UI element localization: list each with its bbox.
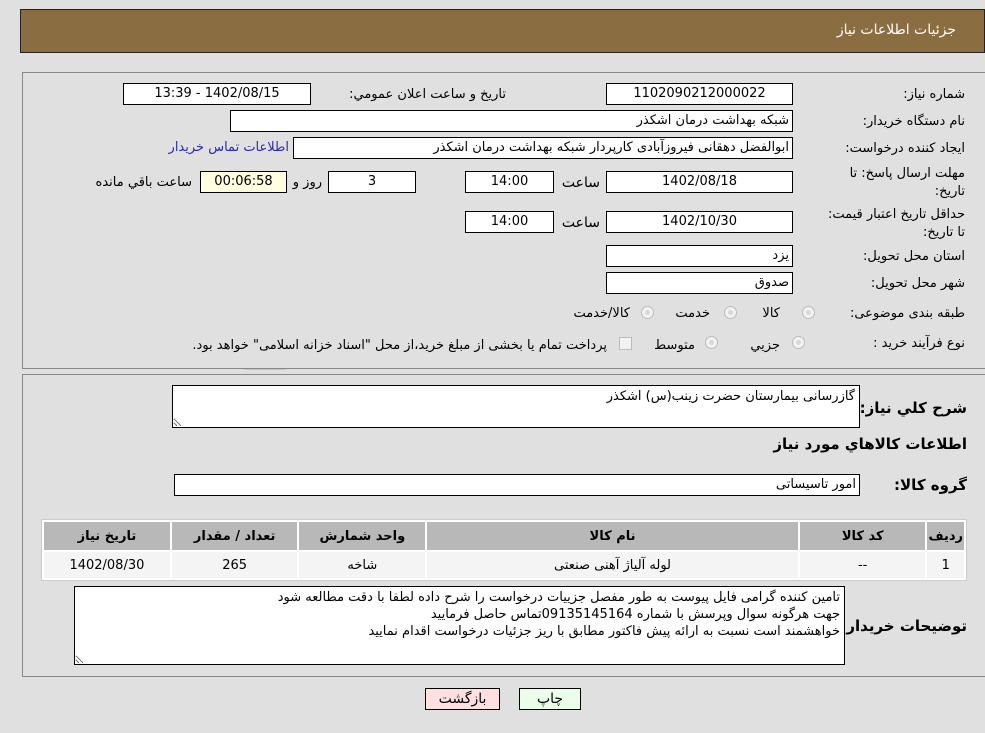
goods-group-field: امور تاسیساتی xyxy=(174,474,860,496)
category-radio-goods-service[interactable] xyxy=(641,306,654,319)
remaining-time-field: 00:06:58 xyxy=(200,171,287,193)
city-field: صدوق xyxy=(606,272,793,294)
cell-need-date: 1402/08/30 xyxy=(44,552,170,578)
need-details-panel: شماره نیاز: 1102090212000022 تاريخ و ساع… xyxy=(22,72,985,369)
remaining-time-label: ساعت باقي مانده xyxy=(95,175,192,190)
category-radio-service[interactable] xyxy=(724,306,737,319)
cell-unit: شاخه xyxy=(299,552,426,578)
buyer-contact-link[interactable]: اطلاعات تماس خریدار xyxy=(169,140,289,155)
category-option-goods: کالا xyxy=(762,306,780,321)
need-number-field: 1102090212000022 xyxy=(606,83,793,105)
announce-datetime-field: 1402/08/15 - 13:39 xyxy=(123,83,311,105)
description-textarea[interactable]: گازرسانی بیمارستان حضرت زینب(س) اشکذر xyxy=(172,385,860,428)
goods-group-label: گروه کالا: xyxy=(894,476,967,494)
cell-row-number: 1 xyxy=(927,552,964,578)
need-number-label: شماره نیاز: xyxy=(903,87,965,102)
reply-deadline-time-field: 14:00 xyxy=(465,171,554,193)
goods-panel: شرح کلي نياز: گازرسانی بیمارستان حضرت زی… xyxy=(22,374,985,677)
category-radio-goods[interactable] xyxy=(802,306,815,319)
page-title: جزئیات اطلاعات نیاز xyxy=(836,22,956,38)
table-row: 1 -- لوله آلیاژ آهنی صنعتی شاخه 265 1402… xyxy=(44,552,964,578)
print-button[interactable]: چاپ xyxy=(519,688,581,710)
category-label: طبقه بندی موضوعی: xyxy=(849,306,965,321)
col-header-need-date: تاریخ نیاز xyxy=(44,522,170,550)
col-header-row-number: رديف xyxy=(927,522,964,550)
price-validity-date-field: 1402/10/30 xyxy=(606,211,793,233)
buyer-org-field: شبکه بهداشت درمان اشکذر xyxy=(230,110,793,132)
cell-name: لوله آلیاژ آهنی صنعتی xyxy=(427,552,798,578)
category-option-service: خدمت xyxy=(675,306,710,321)
reply-deadline-label: مهلت ارسال پاسخ: تا تاریخ: xyxy=(849,166,965,199)
requester-field: ابوالفضل دهقانی فیروزآبادی کارپردار شبکه… xyxy=(293,137,793,159)
goods-table: رديف کد کالا نام کالا واحد شمارش تعداد /… xyxy=(41,519,967,581)
back-button[interactable]: بازگشت xyxy=(425,688,500,710)
goods-table-header-row: رديف کد کالا نام کالا واحد شمارش تعداد /… xyxy=(44,522,964,550)
announce-datetime-label: تاريخ و ساعت اعلان عمومي: xyxy=(349,87,506,102)
purchase-type-option-medium: متوسط xyxy=(654,338,695,353)
col-header-code: کد کالا xyxy=(799,522,926,550)
buyer-notes-textarea[interactable]: تامین کننده گرامی فایل پیوست به طور مفصل… xyxy=(74,586,845,665)
purchase-type-option-small: جزیي xyxy=(750,338,780,353)
description-label: شرح کلي نياز: xyxy=(859,399,967,417)
buyer-notes-label: توضیحات خریدار: xyxy=(840,617,967,635)
treasury-bonds-note: پرداخت تمام یا بخشی از مبلغ خرید،از محل … xyxy=(192,338,607,353)
goods-section-title: اطلاعات کالاهاي مورد نياز xyxy=(773,435,967,453)
purchase-type-radio-medium[interactable] xyxy=(705,336,718,349)
reply-deadline-days-field: 3 xyxy=(328,171,416,193)
col-header-quantity: تعداد / مقدار xyxy=(171,522,298,550)
reply-deadline-date-field: 1402/08/18 xyxy=(606,171,793,193)
requester-label: ایجاد کننده درخواست: xyxy=(845,141,965,156)
purchase-type-radio-small[interactable] xyxy=(792,336,805,349)
treasury-bonds-checkbox[interactable] xyxy=(619,337,632,350)
price-validity-time-field: 14:00 xyxy=(465,211,554,233)
province-field: یزد xyxy=(606,245,793,267)
price-validity-label: حداقل تاریخ اعتبار قیمت: تا تاریخ: xyxy=(827,207,965,240)
cell-quantity: 265 xyxy=(171,552,298,578)
city-label: شهر محل تحویل: xyxy=(870,276,965,291)
cell-code: -- xyxy=(799,552,926,578)
purchase-type-label: نوع فرآیند خرید : xyxy=(873,336,965,351)
days-label: روز و xyxy=(292,175,322,190)
col-header-unit: واحد شمارش xyxy=(299,522,426,550)
reply-deadline-time-label: ساعت xyxy=(561,175,600,191)
province-label: استان محل تحویل: xyxy=(863,249,965,264)
buyer-org-label: نام دستگاه خریدار: xyxy=(862,114,965,129)
price-validity-time-label: ساعت xyxy=(561,215,600,231)
page-header: جزئیات اطلاعات نیاز xyxy=(20,9,985,53)
category-option-goods-service: کالا/خدمت xyxy=(573,306,630,321)
col-header-name: نام کالا xyxy=(427,522,798,550)
